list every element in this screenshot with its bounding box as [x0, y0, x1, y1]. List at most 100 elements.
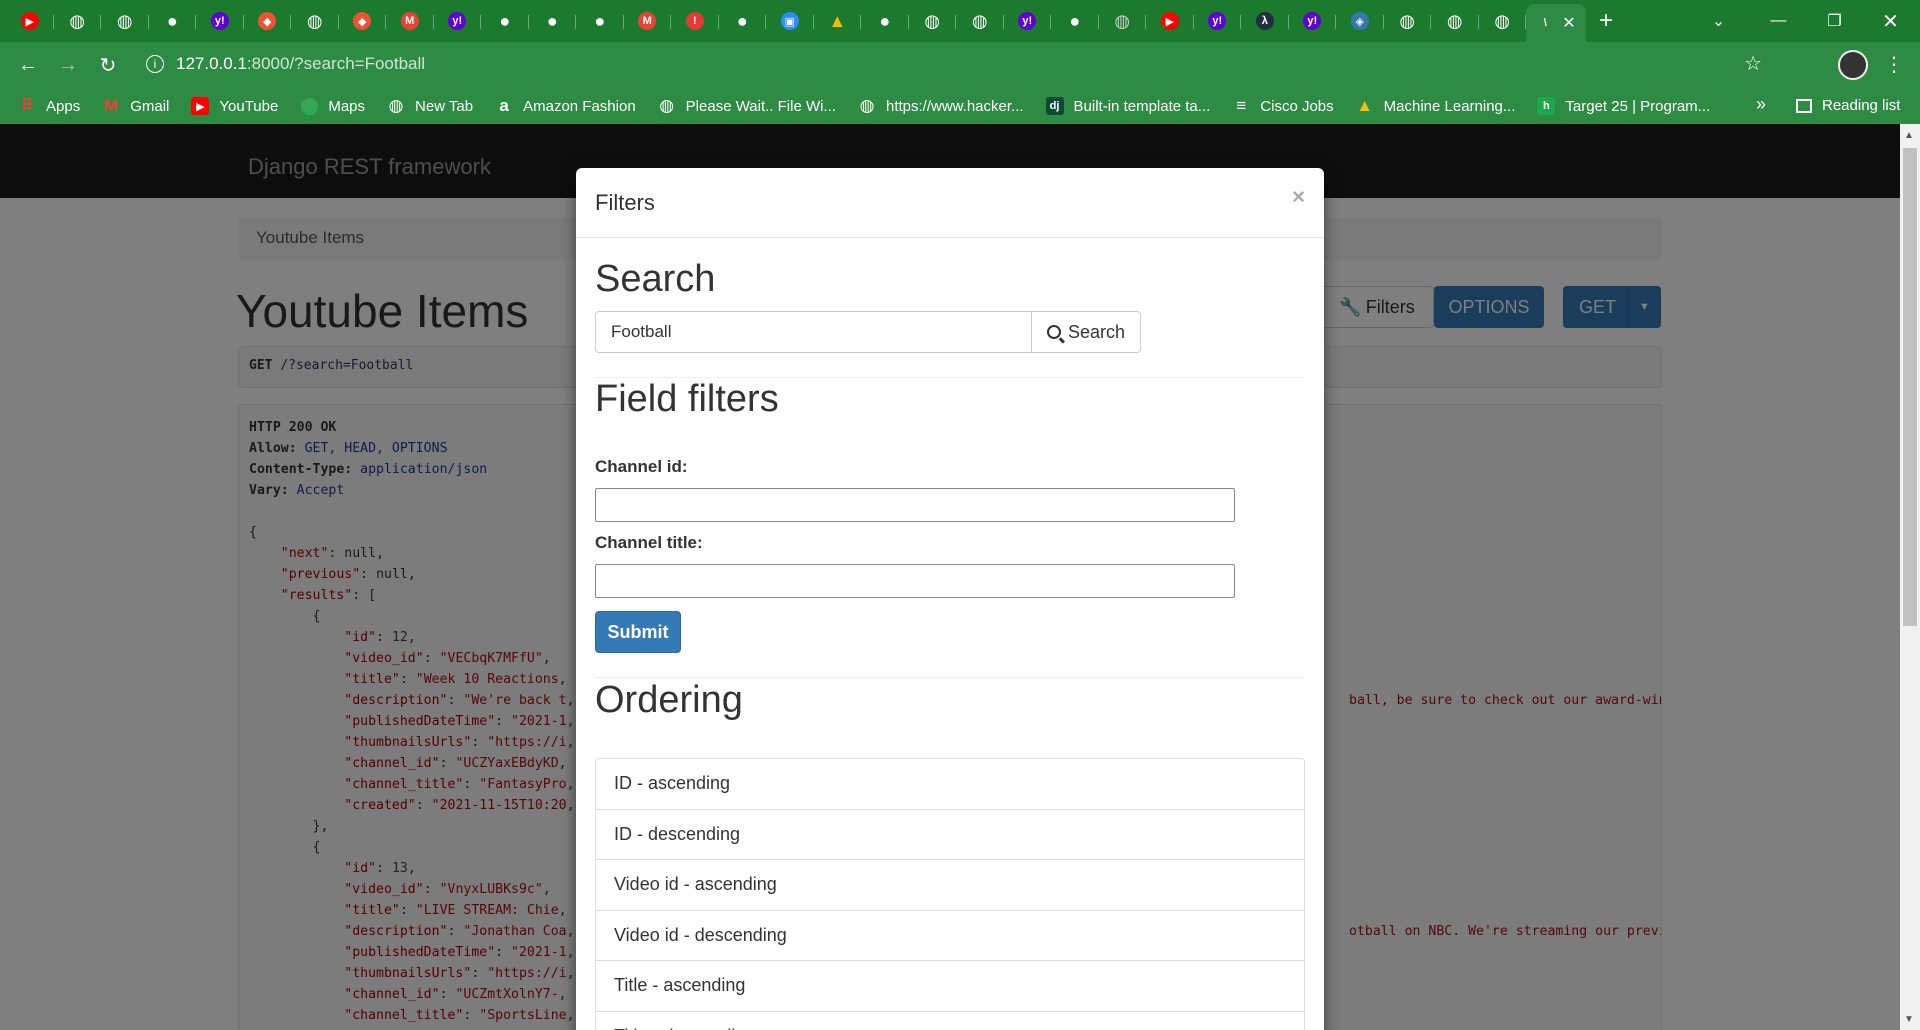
browser-tab[interactable]: y!	[434, 4, 482, 38]
browser-tab[interactable]: ●	[861, 4, 909, 38]
browser-tab[interactable]: ▶	[6, 4, 54, 38]
bookmark-item[interactable]: ≡ Cisco Jobs	[1232, 96, 1334, 115]
bookmark-item[interactable]: a Amazon Fashion	[495, 96, 636, 115]
bookmark-label: Cisco Jobs	[1260, 97, 1334, 115]
bookmark-item[interactable]: ◍ Please Wait.. File Wi...	[658, 96, 836, 115]
browser-tab[interactable]: ●	[481, 4, 529, 38]
globe-icon: ◍	[1446, 10, 1463, 31]
bookmark-item[interactable]: dj Built-in template ta...	[1045, 97, 1211, 115]
close-icon[interactable]: ×	[1292, 184, 1305, 210]
profile-avatar[interactable]	[1838, 50, 1868, 80]
submit-button[interactable]: Submit	[595, 611, 681, 653]
bookmarks-bar: ⠿ Apps M Gmail ▶ YouTube ⬤ Maps ◍ New Tab a Amazon …	[0, 88, 1920, 124]
browser-tab[interactable]: λ	[1241, 4, 1289, 38]
ordering-option[interactable]: Title - descending	[595, 1010, 1305, 1030]
filters-modal: Filters × Search Search Field filters Ch…	[576, 168, 1324, 1030]
browser-tab[interactable]: ●	[1051, 4, 1099, 38]
browser-tab[interactable]: ◆	[339, 4, 387, 38]
browser-tab[interactable]: ◍	[101, 4, 149, 38]
github-icon: ●	[546, 10, 558, 31]
browser-tab[interactable]: M	[624, 4, 672, 38]
channel-title-field[interactable]	[595, 564, 1235, 598]
back-arrow-icon[interactable]: ←	[8, 47, 48, 83]
browser-menu-icon[interactable]: ⋮	[1884, 52, 1904, 77]
site-info-icon[interactable]: i	[146, 55, 164, 73]
scroll-down-arrow-icon[interactable]: ▼	[1904, 1014, 1914, 1025]
ordering-option[interactable]: Title - ascending	[595, 960, 1305, 1012]
browser-tab[interactable]: ◍	[1431, 4, 1479, 38]
browser-tab[interactable]: ◍	[1099, 4, 1147, 38]
browser-tab[interactable]: y!	[196, 4, 244, 38]
browser-toolbar: ← → ↻ i 127.0.0.1:8000/?search=Football …	[0, 42, 1920, 88]
bookmark-star-icon[interactable]: ☆	[1744, 47, 1762, 81]
bookmark-item[interactable]: ▲ Machine Learning...	[1356, 96, 1515, 115]
forward-arrow-icon[interactable]: →	[48, 47, 88, 83]
hackerrank-icon: h	[1537, 97, 1556, 115]
browser-tab[interactable]: !	[671, 4, 719, 38]
bookmark-item[interactable]: ◍ New Tab	[387, 96, 474, 115]
browser-tab[interactable]: y!	[1289, 4, 1337, 38]
globe-icon: ◍	[924, 10, 941, 31]
python-icon: ◈	[1350, 12, 1369, 30]
browser-tab[interactable]: ◍	[291, 4, 339, 38]
bookmark-label: Built-in template ta...	[1073, 97, 1211, 115]
channel-id-field[interactable]	[595, 488, 1235, 522]
bookmark-item[interactable]: ▶ YouTube	[191, 97, 278, 115]
browser-tab[interactable]: ●	[719, 4, 767, 38]
browser-tab[interactable]: ◍	[1384, 4, 1432, 38]
browser-tab[interactable]: ●	[576, 4, 624, 38]
search-button[interactable]: Search	[1031, 311, 1141, 353]
ordering-option[interactable]: Video id - descending	[595, 909, 1305, 961]
modal-title: Filters	[595, 190, 655, 215]
channel-id-label: Channel id:	[595, 457, 688, 476]
browser-tab[interactable]: ▣	[766, 4, 814, 38]
scrollbar-thumb[interactable]	[1903, 148, 1917, 626]
browser-tab[interactable]: M	[386, 4, 434, 38]
browser-tab[interactable]: ◈	[1336, 4, 1384, 38]
url-path: :8000/?search=Football	[246, 54, 426, 73]
browser-tab[interactable]: ▲	[814, 4, 862, 38]
close-window-button[interactable]: ✕	[1862, 0, 1919, 42]
bookmark-item[interactable]: M Gmail	[102, 96, 169, 115]
browser-tab[interactable]: ▶	[1146, 4, 1194, 38]
browser-tab[interactable]: ◆	[244, 4, 292, 38]
yahoo-icon: y!	[210, 12, 229, 30]
bookmark-item[interactable]: ◍ https://www.hacker...	[858, 96, 1024, 115]
browser-tab[interactable]: ◍	[1479, 4, 1527, 38]
new-tab-button[interactable]: +	[1586, 4, 1626, 38]
reload-icon[interactable]: ↻	[88, 47, 128, 83]
git-icon: ◆	[258, 12, 277, 30]
browser-tab[interactable]: ◍	[909, 4, 957, 38]
ordering-option[interactable]: ID - ascending	[595, 758, 1305, 810]
bookmark-label: Maps	[328, 97, 366, 115]
bookmark-label: Target 25 | Program...	[1565, 97, 1711, 115]
ordering-option[interactable]: ID - descending	[595, 808, 1305, 860]
restore-button[interactable]: ❐	[1806, 0, 1863, 42]
globe-icon: ◍	[1114, 10, 1131, 31]
browser-tab[interactable]: ◍	[956, 4, 1004, 38]
address-bar[interactable]: i 127.0.0.1:8000/?search=Football ☆	[136, 47, 1804, 81]
tab-search-icon[interactable]: ⌄	[1690, 0, 1747, 42]
active-browser-tab[interactable]: \ ✕	[1526, 4, 1586, 42]
scroll-up-arrow-icon[interactable]: ▲	[1904, 130, 1914, 141]
browser-tab[interactable]: y!	[1004, 4, 1052, 38]
bookmarks-overflow-icon[interactable]: »	[1756, 94, 1766, 115]
search-input[interactable]	[595, 311, 1032, 353]
search-heading: Search	[595, 258, 716, 300]
bookmark-label: Amazon Fashion	[523, 97, 636, 115]
minimize-button[interactable]: —	[1750, 0, 1807, 42]
browser-tab[interactable]: ●	[529, 4, 577, 38]
github-icon: ●	[594, 10, 606, 31]
globe-icon: ◍	[1399, 10, 1416, 31]
cisco-icon: ≡	[1236, 96, 1247, 115]
github-icon: ●	[499, 10, 511, 31]
ordering-option[interactable]: Video id - ascending	[595, 859, 1305, 911]
bookmark-item[interactable]: h Target 25 | Program...	[1537, 97, 1710, 115]
bookmark-item[interactable]: ⬤ Maps	[300, 96, 366, 115]
bookmark-item[interactable]: ⠿ Apps	[18, 96, 80, 115]
browser-tab[interactable]: ●	[149, 4, 197, 38]
close-tab-icon[interactable]: ✕	[1562, 13, 1575, 33]
browser-tab[interactable]: y!	[1194, 4, 1242, 38]
browser-tab[interactable]: ◍	[54, 4, 102, 38]
reading-list-button[interactable]: Reading list	[1796, 97, 1900, 114]
